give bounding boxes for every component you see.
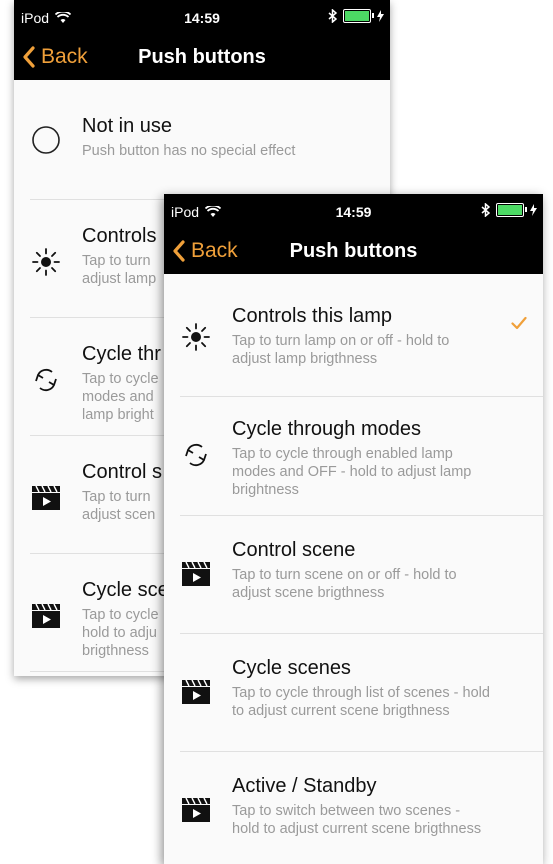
clapper-icon bbox=[28, 480, 64, 516]
clapper-icon bbox=[178, 674, 214, 710]
battery-icon bbox=[496, 203, 527, 217]
list-item[interactable]: Active / Standby Tap to switch between tw… bbox=[164, 752, 543, 864]
list-item[interactable]: Cycle scenes Tap to cycle through list of… bbox=[164, 634, 543, 752]
item-label: Cycle scenes bbox=[232, 657, 351, 679]
item-description: Tap to switch between two scenes - hold … bbox=[232, 803, 482, 837]
list-item[interactable]: Not in use Push button has no special eff… bbox=[14, 80, 390, 200]
status-bar: iPod 14:59 bbox=[14, 0, 390, 34]
item-label: Control scene bbox=[232, 539, 356, 561]
sun-icon bbox=[178, 319, 214, 355]
item-description: Tap to turn scene on or off - hold to ad… bbox=[232, 567, 457, 601]
item-label: Active / Standby bbox=[232, 775, 377, 797]
item-label: Cycle through modes bbox=[232, 418, 421, 440]
nav-bar: Back Push buttons bbox=[164, 228, 543, 274]
item-label: Not in use bbox=[82, 115, 173, 137]
item-description: Tap to turn lamp on or off - hold to adj… bbox=[232, 333, 450, 367]
page-title: Push buttons bbox=[138, 46, 266, 68]
cycle-icon bbox=[28, 362, 64, 398]
bluetooth-icon bbox=[328, 9, 337, 23]
bluetooth-icon bbox=[481, 203, 490, 217]
front-screen: iPod 14:59 Back Push buttons Controls th… bbox=[164, 194, 543, 864]
nav-bar: Back Push buttons bbox=[14, 34, 390, 80]
clapper-icon bbox=[28, 598, 64, 634]
circle-icon bbox=[28, 122, 64, 158]
list-item[interactable]: Control scene Tap to turn scene on or off… bbox=[164, 516, 543, 634]
item-description: Push button has no special effect bbox=[82, 143, 296, 159]
clapper-icon bbox=[178, 556, 214, 592]
page-title: Push buttons bbox=[289, 240, 418, 262]
battery-icon bbox=[343, 9, 374, 23]
sun-icon bbox=[28, 244, 64, 280]
status-bar: iPod 14:59 bbox=[164, 194, 543, 228]
charging-icon bbox=[530, 204, 537, 216]
list-item[interactable]: Cycle through modes Tap to cycle through … bbox=[164, 397, 543, 516]
checkmark-icon bbox=[511, 316, 527, 335]
charging-icon bbox=[377, 10, 384, 22]
clapper-icon bbox=[178, 792, 214, 828]
option-list: Controls this lamp Tap to turn lamp on or… bbox=[164, 274, 543, 864]
cycle-icon bbox=[178, 437, 214, 473]
list-item[interactable]: Controls this lamp Tap to turn lamp on or… bbox=[164, 274, 543, 397]
item-label: Controls this lamp bbox=[232, 305, 393, 327]
item-description: Tap to cycle through list of scenes - ho… bbox=[232, 685, 490, 719]
item-description: Tap to cycle through enabled lamp modes … bbox=[232, 446, 472, 498]
